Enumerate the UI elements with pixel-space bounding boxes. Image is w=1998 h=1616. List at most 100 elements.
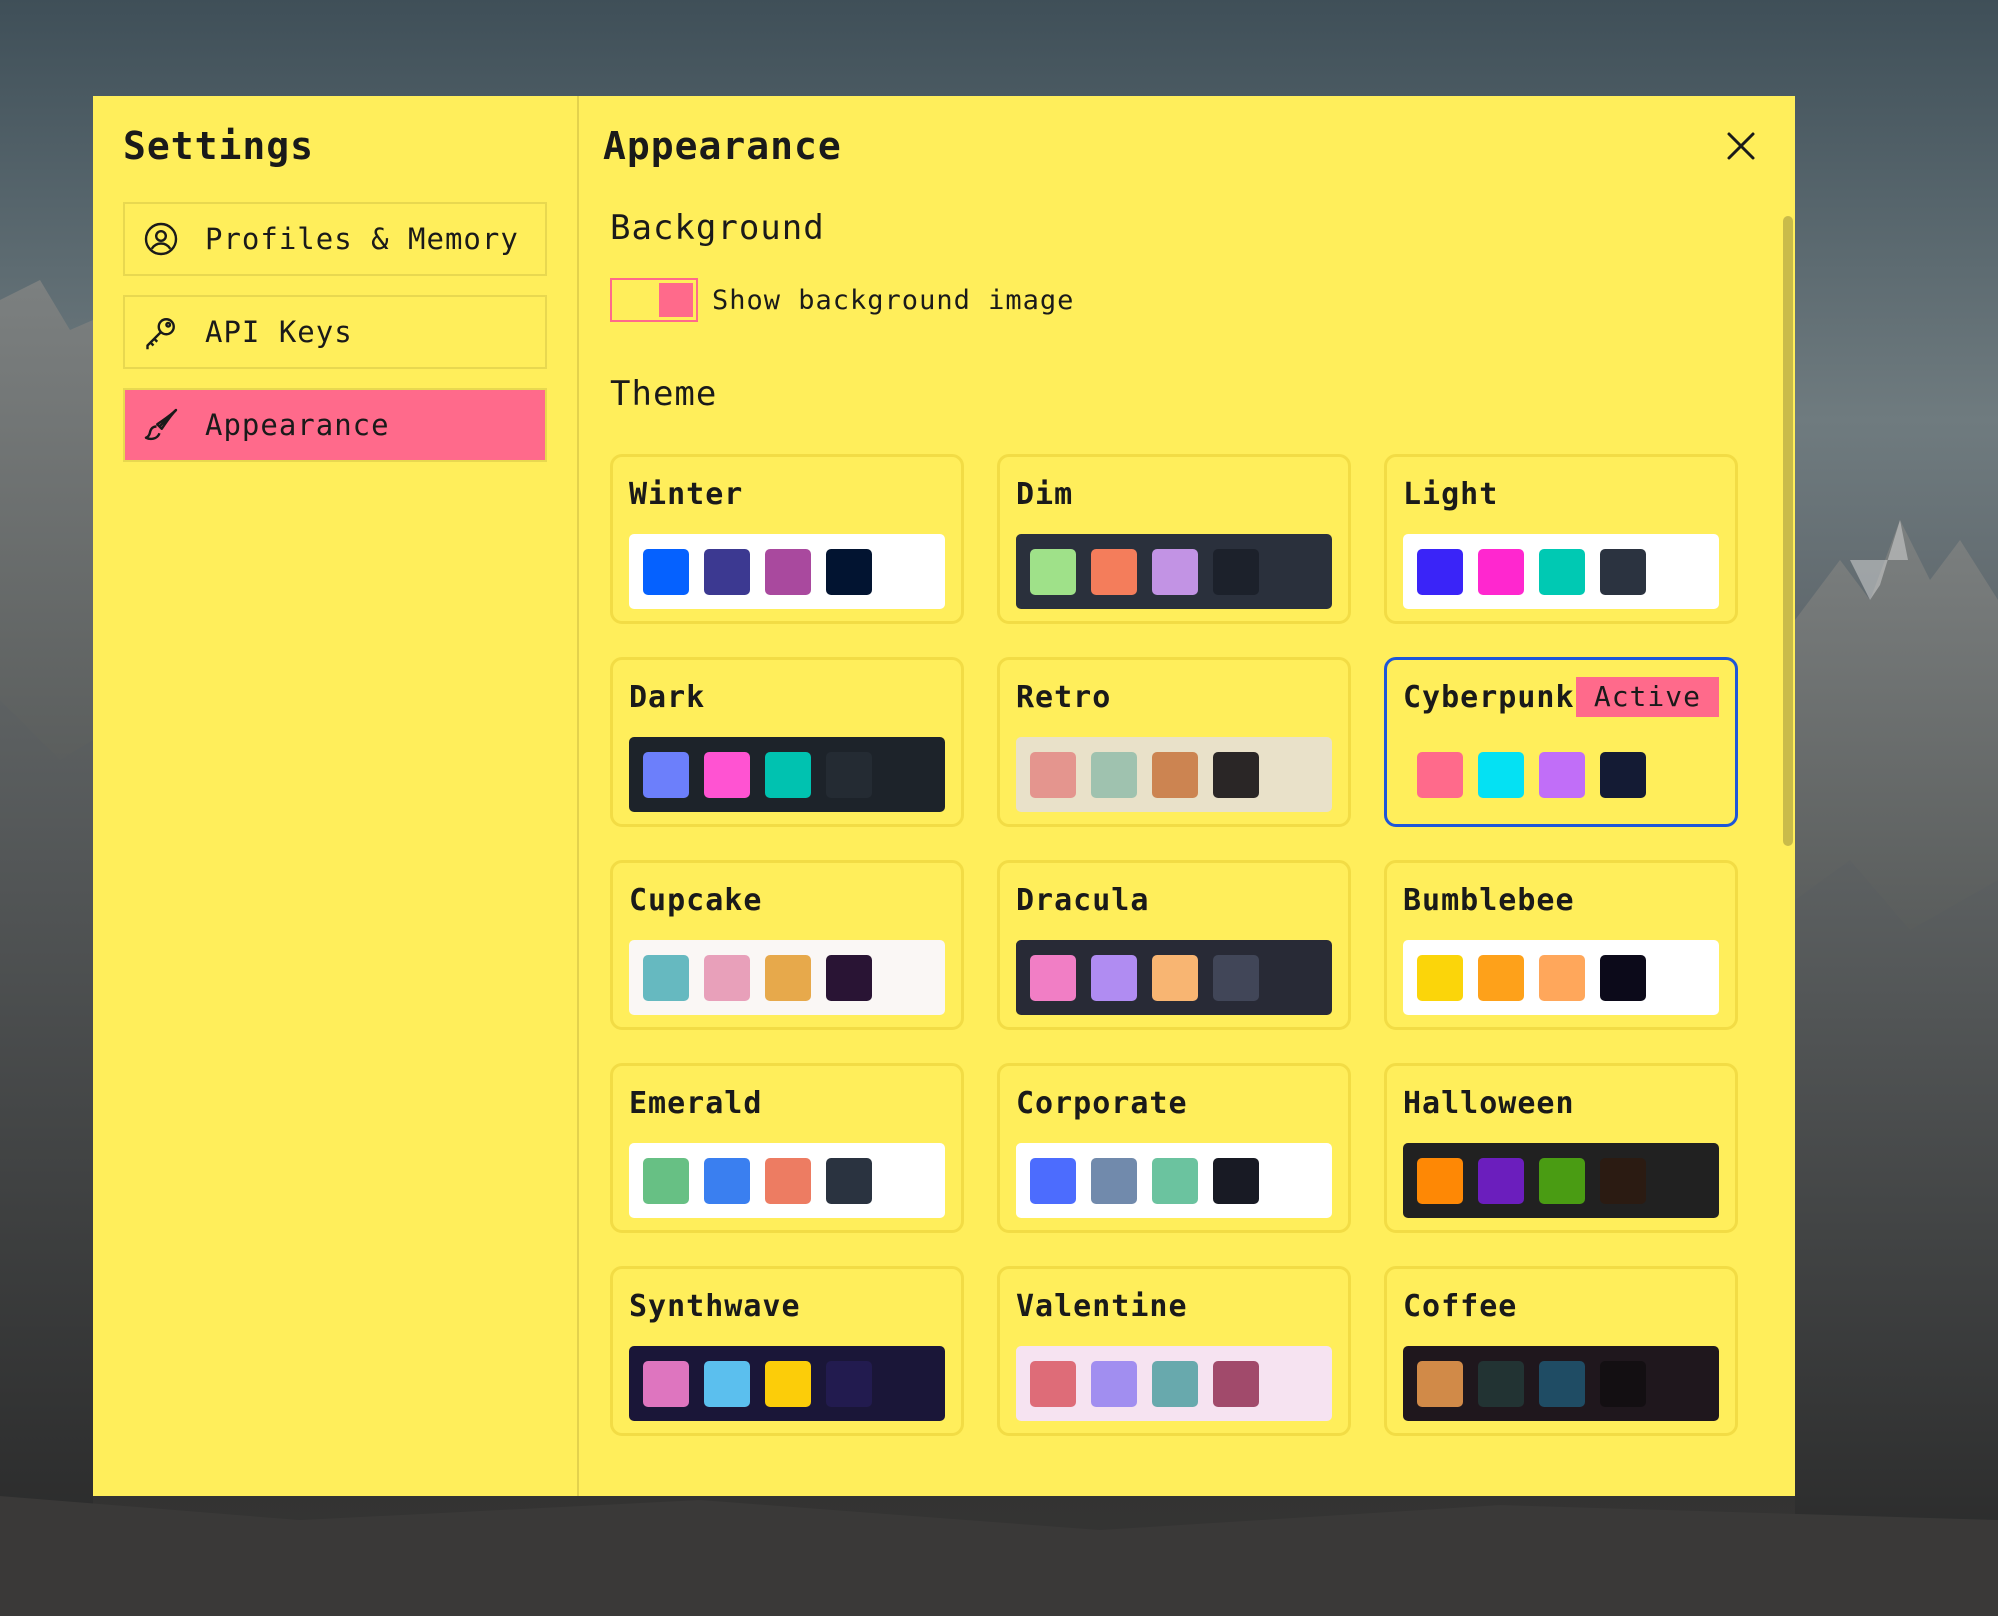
color-swatch [765, 548, 811, 595]
color-swatch [1417, 954, 1463, 1001]
color-swatch [1030, 751, 1076, 798]
color-swatch [643, 751, 689, 798]
theme-preview [629, 534, 945, 609]
theme-card-dracula[interactable]: Dracula [997, 860, 1351, 1030]
color-swatch [1030, 954, 1076, 1001]
user-circle-icon [141, 219, 181, 259]
theme-name: Valentine [1016, 1288, 1188, 1324]
theme-card-valentine[interactable]: Valentine [997, 1266, 1351, 1436]
color-swatch [1152, 1157, 1198, 1204]
color-swatch [1600, 751, 1646, 798]
background-toggle-row: Show background image [610, 278, 1795, 322]
theme-name: Dark [629, 679, 706, 715]
scrollbar-thumb[interactable] [1783, 216, 1793, 846]
color-swatch [1539, 548, 1585, 595]
theme-card-header: Retro [1016, 679, 1332, 715]
theme-card-header: Cyberpunk Active [1403, 677, 1719, 717]
color-swatch [1091, 1360, 1137, 1407]
color-swatch [1091, 1157, 1137, 1204]
color-swatch [826, 548, 872, 595]
color-swatch [1478, 548, 1524, 595]
theme-name: Halloween [1403, 1085, 1575, 1121]
theme-card-retro[interactable]: Retro [997, 657, 1351, 827]
color-swatch [826, 954, 872, 1001]
theme-preview [1016, 534, 1332, 609]
color-swatch [1213, 751, 1259, 798]
color-swatch [1539, 954, 1585, 1001]
theme-preview [629, 940, 945, 1015]
theme-card-header: Emerald [629, 1085, 945, 1121]
theme-card-coffee[interactable]: Coffee [1384, 1266, 1738, 1436]
color-swatch [1091, 954, 1137, 1001]
theme-card-bumblebee[interactable]: Bumblebee [1384, 860, 1738, 1030]
color-swatch [765, 954, 811, 1001]
theme-name: Cyberpunk [1403, 679, 1575, 715]
color-swatch [1030, 548, 1076, 595]
color-swatch [765, 1360, 811, 1407]
background-heading: Background [610, 208, 825, 248]
color-swatch [826, 1157, 872, 1204]
toggle-knob [659, 283, 693, 317]
theme-preview [1403, 940, 1719, 1015]
background-image-toggle[interactable] [610, 278, 698, 322]
theme-preview [1403, 534, 1719, 609]
theme-preview [1016, 940, 1332, 1015]
color-swatch [1030, 1157, 1076, 1204]
color-swatch [1478, 1157, 1524, 1204]
color-swatch [1417, 548, 1463, 595]
color-swatch [643, 1360, 689, 1407]
theme-card-header: Winter [629, 477, 945, 512]
color-swatch [1600, 548, 1646, 595]
color-swatch [1417, 1360, 1463, 1407]
color-swatch [765, 751, 811, 798]
background-toggle-label: Show background image [712, 284, 1075, 316]
theme-card-light[interactable]: Light [1384, 454, 1738, 624]
theme-card-halloween[interactable]: Halloween [1384, 1063, 1738, 1233]
color-swatch [1539, 1360, 1585, 1407]
color-swatch [1417, 1157, 1463, 1204]
color-swatch [1600, 954, 1646, 1001]
theme-preview [1403, 1346, 1719, 1421]
theme-card-dark[interactable]: Dark [610, 657, 964, 827]
theme-card-synthwave[interactable]: Synthwave [610, 1266, 964, 1436]
close-button[interactable] [1723, 128, 1759, 164]
theme-heading: Theme [610, 374, 718, 414]
theme-card-emerald[interactable]: Emerald [610, 1063, 964, 1233]
theme-preview [629, 737, 945, 812]
theme-preview [1403, 737, 1719, 812]
active-badge: Active [1575, 677, 1719, 717]
color-swatch [704, 751, 750, 798]
theme-card-header: Light [1403, 477, 1719, 512]
theme-card-cyberpunk[interactable]: Cyberpunk Active [1384, 657, 1738, 827]
theme-name: Synthwave [629, 1288, 801, 1324]
color-swatch [1152, 548, 1198, 595]
sidebar-item-api-keys[interactable]: API Keys [123, 295, 547, 369]
sidebar-item-appearance[interactable]: Appearance [123, 388, 547, 462]
color-swatch [1152, 954, 1198, 1001]
color-swatch [704, 1360, 750, 1407]
color-swatch [826, 751, 872, 798]
color-swatch [1030, 1360, 1076, 1407]
theme-name: Emerald [629, 1085, 763, 1121]
color-swatch [1539, 751, 1585, 798]
theme-card-cupcake[interactable]: Cupcake [610, 860, 964, 1030]
paintbrush-icon [141, 405, 181, 445]
color-swatch [643, 954, 689, 1001]
color-swatch [1213, 1157, 1259, 1204]
color-swatch [1152, 751, 1198, 798]
theme-preview [629, 1346, 945, 1421]
theme-name: Retro [1016, 679, 1112, 715]
theme-card-corporate[interactable]: Corporate [997, 1063, 1351, 1233]
color-swatch [1478, 954, 1524, 1001]
theme-card-header: Cupcake [629, 883, 945, 918]
sidebar-item-label: Appearance [205, 408, 390, 442]
theme-card-dim[interactable]: Dim [997, 454, 1351, 624]
theme-card-header: Bumblebee [1403, 883, 1719, 918]
color-swatch [1213, 954, 1259, 1001]
sidebar-item-profiles-memory[interactable]: Profiles & Memory [123, 202, 547, 276]
color-swatch [1091, 751, 1137, 798]
key-icon [141, 312, 181, 352]
theme-card-winter[interactable]: Winter [610, 454, 964, 624]
sidebar-item-label: API Keys [205, 315, 353, 349]
color-swatch [1478, 1360, 1524, 1407]
